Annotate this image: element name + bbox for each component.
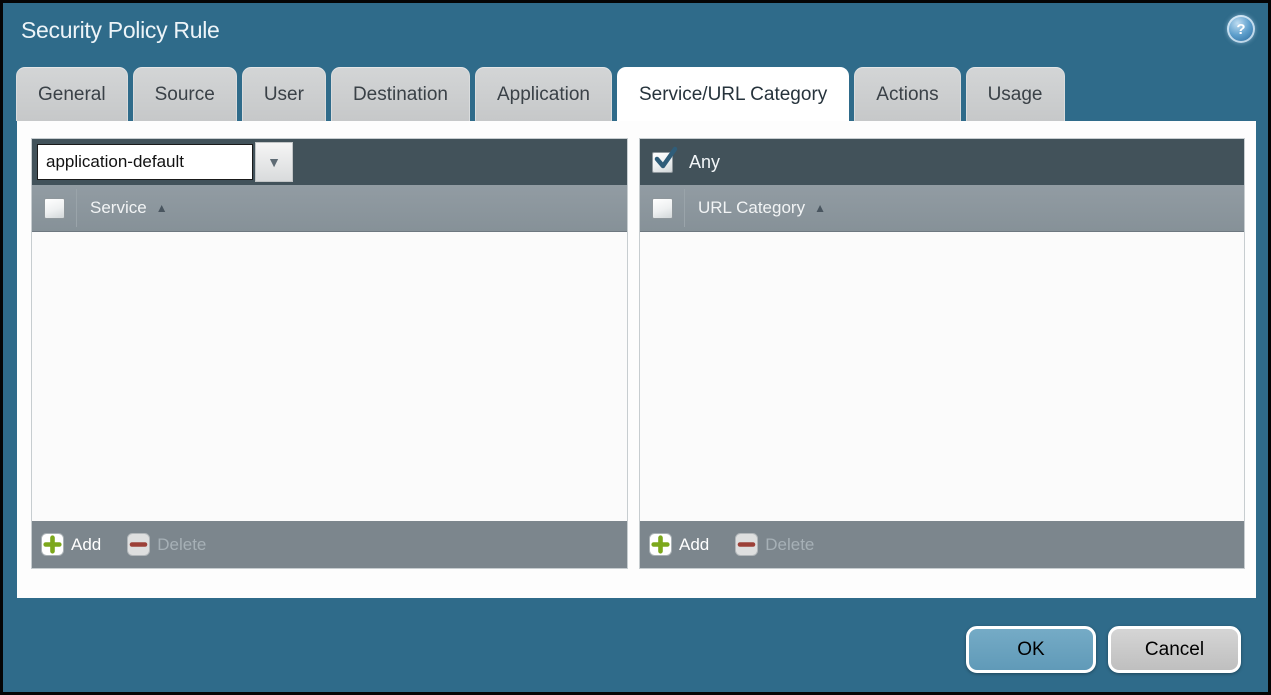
tab-service-url-category[interactable]: Service/URL Category (616, 67, 850, 121)
cancel-button[interactable]: Cancel (1108, 626, 1241, 673)
tab-bar: General Source User Destination Applicat… (16, 67, 1065, 121)
sort-ascending-icon[interactable]: ▲ (814, 201, 826, 215)
tab-destination[interactable]: Destination (330, 67, 470, 121)
tab-source[interactable]: Source (132, 67, 237, 121)
url-list-body (640, 232, 1244, 521)
tab-application[interactable]: Application (475, 67, 612, 121)
minus-icon (735, 533, 759, 556)
tab-content-area: ▼ Service ▲ Add (17, 121, 1256, 598)
minus-icon (127, 533, 151, 556)
url-select-all-checkbox[interactable] (652, 197, 673, 219)
service-mode-bar: ▼ (32, 139, 627, 185)
chevron-down-icon: ▼ (267, 154, 281, 170)
tab-actions[interactable]: Actions (854, 67, 961, 121)
service-panel: ▼ Service ▲ Add (31, 138, 628, 569)
plus-icon (649, 533, 672, 556)
ok-button[interactable]: OK (966, 626, 1096, 673)
dialog-title: Security Policy Rule (21, 17, 220, 43)
url-delete-button[interactable]: Delete (735, 533, 814, 556)
tab-general[interactable]: General (16, 67, 128, 121)
checkmark-icon (654, 146, 678, 168)
add-button-label: Add (71, 534, 102, 554)
column-divider (76, 189, 77, 227)
service-list-body (32, 232, 627, 521)
url-category-panel: Any URL Category ▲ Add Delete (639, 138, 1245, 569)
service-add-button[interactable]: Add (41, 533, 101, 556)
tab-user[interactable]: User (241, 67, 326, 121)
add-button-label: Add (679, 534, 710, 554)
service-column-label[interactable]: Service (90, 198, 147, 218)
delete-button-label: Delete (157, 534, 207, 554)
url-column-label[interactable]: URL Category (698, 198, 805, 218)
sort-ascending-icon[interactable]: ▲ (156, 201, 168, 215)
service-select-all-checkbox[interactable] (44, 197, 65, 219)
url-column-header: URL Category ▲ (640, 185, 1244, 232)
service-mode-input[interactable] (37, 144, 253, 180)
plus-icon (41, 533, 64, 556)
url-any-bar: Any (640, 139, 1244, 185)
url-any-checkbox[interactable] (652, 146, 678, 173)
service-column-header: Service ▲ (32, 185, 627, 232)
security-policy-rule-dialog: Security Policy Rule ? General Source Us… (0, 0, 1271, 695)
url-any-label: Any (689, 151, 721, 172)
url-footer-toolbar: Add Delete (640, 521, 1244, 568)
delete-button-label: Delete (765, 534, 815, 554)
column-divider (684, 189, 685, 227)
service-mode-dropdown-button[interactable]: ▼ (255, 142, 293, 182)
service-footer-toolbar: Add Delete (32, 521, 627, 568)
help-icon[interactable]: ? (1227, 15, 1255, 43)
url-add-button[interactable]: Add (649, 533, 709, 556)
tab-usage[interactable]: Usage (965, 67, 1065, 121)
service-delete-button[interactable]: Delete (127, 533, 206, 556)
